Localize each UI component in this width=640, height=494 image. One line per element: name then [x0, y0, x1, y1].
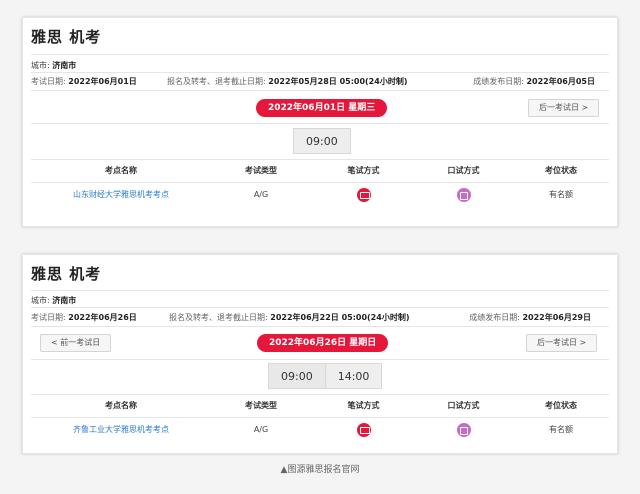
- exam-card-2: 雅思 机考 城市: 济南市 考试日期: 2022年06月26日 报名及转考、退考…: [22, 254, 618, 454]
- oral-mode: [416, 419, 511, 441]
- time-slots: 09:00: [293, 128, 351, 154]
- date-info: 考试日期: 2022年06月01日 报名及转考、退考截止日期: 2022年05月…: [31, 76, 609, 87]
- divider: [31, 290, 609, 291]
- divider: [31, 359, 609, 360]
- header-oral: 口试方式: [447, 166, 480, 175]
- computer-written-icon: [356, 187, 371, 202]
- date-info: 考试日期: 2022年06月26日 报名及转考、退考截止日期: 2022年06月…: [31, 312, 609, 323]
- header-status: 考位状态: [545, 166, 577, 175]
- divider: [31, 307, 609, 308]
- deadline-label: 报名及转考、退考截止日期:: [167, 77, 266, 86]
- next-exam-day-button[interactable]: 后一考试日 >: [528, 99, 600, 117]
- table-row: 齐鲁工业大学雅思机考考点 A/G 有名额: [31, 419, 609, 441]
- city-info: 城市: 济南市: [31, 60, 76, 71]
- divider: [31, 326, 609, 327]
- city-label: 城市:: [31, 296, 50, 305]
- venue-link[interactable]: 山东财经大学雅思机考考点: [31, 184, 211, 206]
- exam-type: A/G: [253, 190, 269, 199]
- header-status: 考位状态: [545, 401, 577, 410]
- divider: [31, 54, 609, 55]
- image-caption: ▲图源雅思报名官网: [280, 465, 360, 475]
- exam-date-label: 考试日期:: [31, 313, 66, 322]
- computer-oral-icon: [456, 187, 471, 202]
- seat-status: 有名额: [549, 190, 573, 199]
- table-header: 考点名称 考试类型 笔试方式 口试方式 考位状态: [31, 160, 609, 182]
- time-slot[interactable]: 14:00: [325, 363, 383, 389]
- prev-exam-day-button[interactable]: < 前一考试日: [40, 334, 112, 352]
- header-oral: 口试方式: [447, 401, 480, 410]
- city-value: 济南市: [52, 61, 77, 70]
- written-mode: [311, 419, 416, 441]
- seat-status: 有名额: [549, 425, 573, 434]
- time-slot[interactable]: 09:00: [268, 363, 326, 389]
- oral-mode: [416, 184, 511, 206]
- divider: [31, 182, 609, 183]
- venue-link[interactable]: 齐鲁工业大学雅思机考考点: [31, 419, 211, 441]
- exam-date-value: 2022年06月26日: [68, 313, 137, 322]
- deadline-value: 2022年06月22日 05:00(24小时制): [270, 313, 410, 322]
- deadline-value: 2022年05月28日 05:00(24小时制): [268, 77, 408, 86]
- deadline-label: 报名及转考、退考截止日期:: [169, 313, 268, 322]
- date-badge: 2022年06月01日 星期三: [256, 99, 388, 117]
- computer-written-icon: [356, 422, 371, 437]
- header-written: 笔试方式: [347, 166, 380, 175]
- result-date-label: 成绩发布日期:: [473, 77, 524, 86]
- result-date-label: 成绩发布日期:: [469, 313, 520, 322]
- table-header: 考点名称 考试类型 笔试方式 口试方式 考位状态: [31, 395, 609, 417]
- header-type: 考试类型: [245, 166, 277, 175]
- header-venue: 考点名称: [105, 401, 137, 410]
- exam-card-1: 雅思 机考 城市: 济南市 考试日期: 2022年06月01日 报名及转考、退考…: [22, 17, 618, 227]
- divider: [31, 72, 609, 73]
- header-written: 笔试方式: [347, 401, 380, 410]
- city-value: 济南市: [52, 296, 77, 305]
- divider: [31, 123, 609, 124]
- next-exam-day-button[interactable]: 后一考试日 >: [526, 334, 598, 352]
- date-badge: 2022年06月26日 星期日: [257, 334, 389, 352]
- table-row: 山东财经大学雅思机考考点 A/G 有名额: [31, 184, 609, 206]
- exam-type: A/G: [253, 425, 269, 434]
- time-slots: 09:00 14:00: [268, 363, 383, 389]
- divider: [31, 417, 609, 418]
- computer-oral-icon: [456, 422, 471, 437]
- card-title: 雅思 机考: [31, 28, 102, 46]
- city-info: 城市: 济南市: [31, 295, 76, 306]
- header-venue: 考点名称: [105, 166, 137, 175]
- divider: [31, 90, 609, 91]
- written-mode: [311, 184, 416, 206]
- header-type: 考试类型: [245, 401, 277, 410]
- city-label: 城市:: [31, 61, 50, 70]
- exam-date-label: 考试日期:: [31, 77, 66, 86]
- result-date-value: 2022年06月29日: [522, 313, 591, 322]
- time-slot[interactable]: 09:00: [293, 128, 351, 154]
- card-title: 雅思 机考: [31, 265, 102, 283]
- result-date-value: 2022年06月05日: [526, 77, 595, 86]
- exam-date-value: 2022年06月01日: [68, 77, 137, 86]
